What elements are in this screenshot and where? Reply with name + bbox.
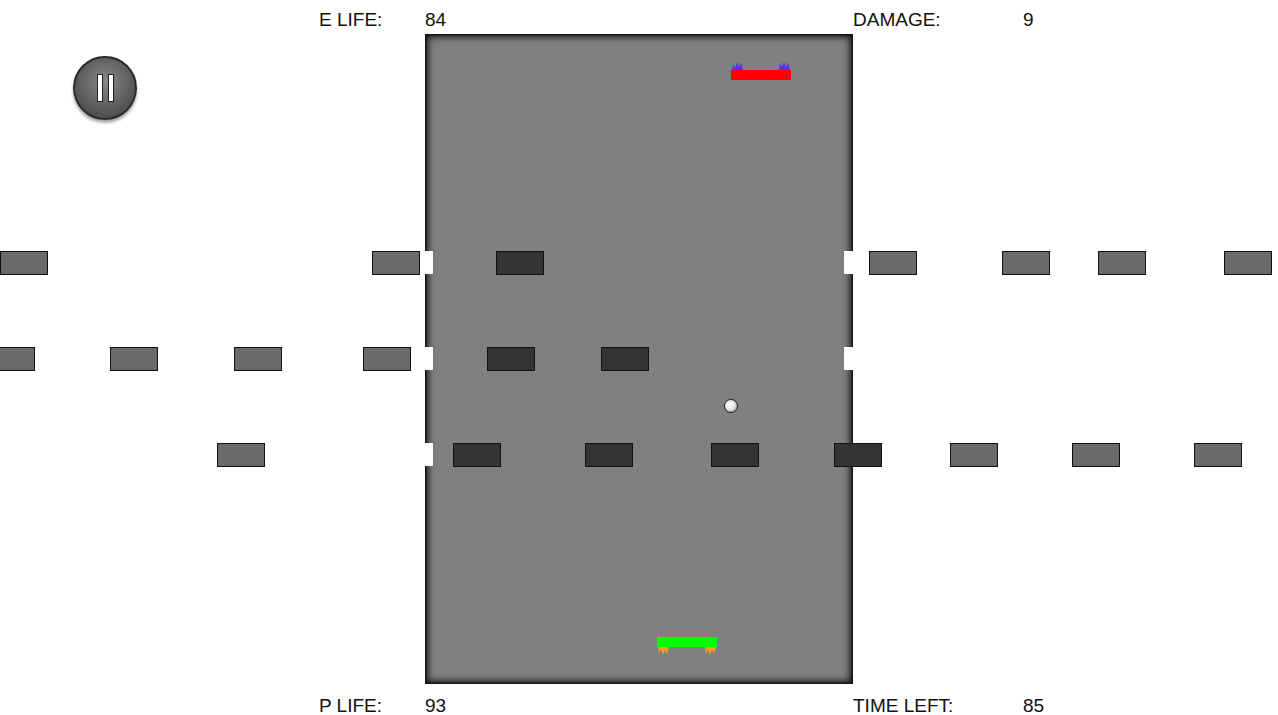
brick xyxy=(1224,251,1272,275)
enemy-paddle xyxy=(731,61,791,80)
wall-gap xyxy=(420,251,433,274)
stat-value: 85 xyxy=(1023,696,1123,715)
brick xyxy=(585,443,633,467)
paddle-bar xyxy=(731,70,791,80)
brick xyxy=(1072,443,1120,467)
brick xyxy=(1194,443,1242,467)
brick xyxy=(834,443,882,467)
paddle-bar xyxy=(657,637,717,647)
wall-gap xyxy=(420,347,433,370)
hud-bottom: P LIFE:93TIME LEFT:85 xyxy=(0,684,1278,715)
hud-top: E LIFE:84DAMAGE:9 xyxy=(0,0,1278,34)
brick xyxy=(1002,251,1050,275)
brick xyxy=(372,251,420,275)
pause-button[interactable] xyxy=(73,56,137,120)
brick xyxy=(601,347,649,371)
game-canvas xyxy=(0,0,1278,715)
brick xyxy=(1098,251,1146,275)
brick xyxy=(453,443,501,467)
ball xyxy=(724,399,738,413)
game-screen: E LIFE:84DAMAGE:9 P LIFE:93TIME LEFT:85 xyxy=(0,0,1278,715)
stat-value: 93 xyxy=(425,696,853,715)
brick xyxy=(217,443,265,467)
wall-gap xyxy=(844,251,853,274)
wall-gap xyxy=(844,347,853,370)
player-paddle[interactable] xyxy=(657,637,717,656)
stat-label: TIME LEFT: xyxy=(853,696,1023,715)
brick xyxy=(363,347,411,371)
stat-value: 9 xyxy=(1023,10,1123,34)
wall-gap xyxy=(420,443,433,466)
stat-value: 84 xyxy=(425,10,853,34)
brick xyxy=(234,347,282,371)
brick xyxy=(496,251,544,275)
pause-icon xyxy=(97,74,114,102)
stat-label: E LIFE: xyxy=(319,10,425,34)
brick xyxy=(110,347,158,371)
stat-label: DAMAGE: xyxy=(853,10,1023,34)
brick xyxy=(487,347,535,371)
thruster-icon xyxy=(657,647,717,656)
brick xyxy=(0,347,35,371)
brick xyxy=(711,443,759,467)
stat-label: P LIFE: xyxy=(319,696,425,715)
brick xyxy=(869,251,917,275)
brick xyxy=(950,443,998,467)
thruster-icon xyxy=(731,61,791,70)
brick xyxy=(0,251,48,275)
